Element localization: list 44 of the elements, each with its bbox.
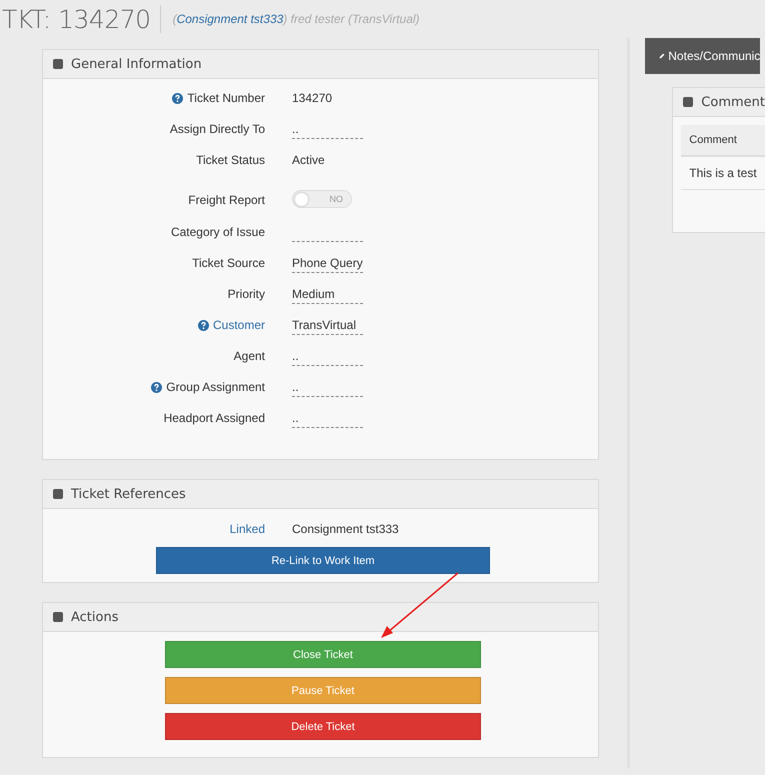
editable-field[interactable]: .. (292, 380, 363, 397)
pencil-icon (659, 51, 666, 61)
square-icon (683, 97, 694, 107)
field-label: Priority (228, 287, 265, 301)
tab-label: Notes/Communic (668, 49, 760, 63)
square-icon (53, 59, 63, 69)
panel-title: Ticket References (71, 486, 186, 502)
field-label: Category of Issue (170, 225, 265, 239)
square-icon (53, 489, 63, 499)
subtitle-paren: ( (172, 12, 177, 26)
consignment-link[interactable]: Consignment tst333 (176, 12, 284, 26)
help-icon[interactable] (198, 320, 209, 330)
square-icon (53, 612, 63, 622)
panel-title: Comment (701, 94, 765, 110)
relink-button[interactable]: Re-Link to Work Item (156, 547, 490, 574)
field-label: Freight Report (188, 193, 265, 207)
field-label: Ticket Status (196, 153, 265, 167)
editable-field[interactable]: Phone Query (292, 256, 363, 273)
table-cell: This is a test (689, 166, 757, 180)
editable-field[interactable]: TransVirtual (292, 318, 363, 335)
field-value: 134270 (292, 91, 332, 105)
help-icon[interactable] (151, 382, 162, 392)
field-label: Assign Directly To (170, 122, 265, 136)
panel-title: Actions (71, 610, 118, 624)
field-label: Ticket Source (192, 256, 265, 270)
panel-title: General Information (71, 56, 202, 72)
linked-label: Linked (230, 522, 265, 536)
notes-tab[interactable]: Notes/Communic (645, 38, 760, 74)
field-label: Headport Assigned (164, 411, 265, 425)
editable-field[interactable]: .. (292, 349, 363, 366)
customer-link[interactable]: Customer (212, 318, 265, 332)
editable-field[interactable]: .. (292, 411, 363, 428)
ticket-title: TKT: 134270 (2, 4, 151, 34)
help-icon[interactable] (172, 92, 184, 104)
field-value: Active (292, 153, 325, 167)
linked-value: Consignment tst333 (292, 522, 399, 536)
editable-field[interactable]: Medium (292, 287, 363, 304)
action-button[interactable]: Delete Ticket (165, 713, 481, 740)
subtitle-text: ) fred tester (TransVirtual) (283, 12, 420, 26)
column-header: Comment (689, 134, 737, 146)
field-label: Group Assignment (166, 380, 265, 394)
editable-field[interactable]: .. (292, 122, 363, 139)
field-label: Agent (234, 349, 265, 363)
field-label: Ticket Number (187, 91, 265, 105)
